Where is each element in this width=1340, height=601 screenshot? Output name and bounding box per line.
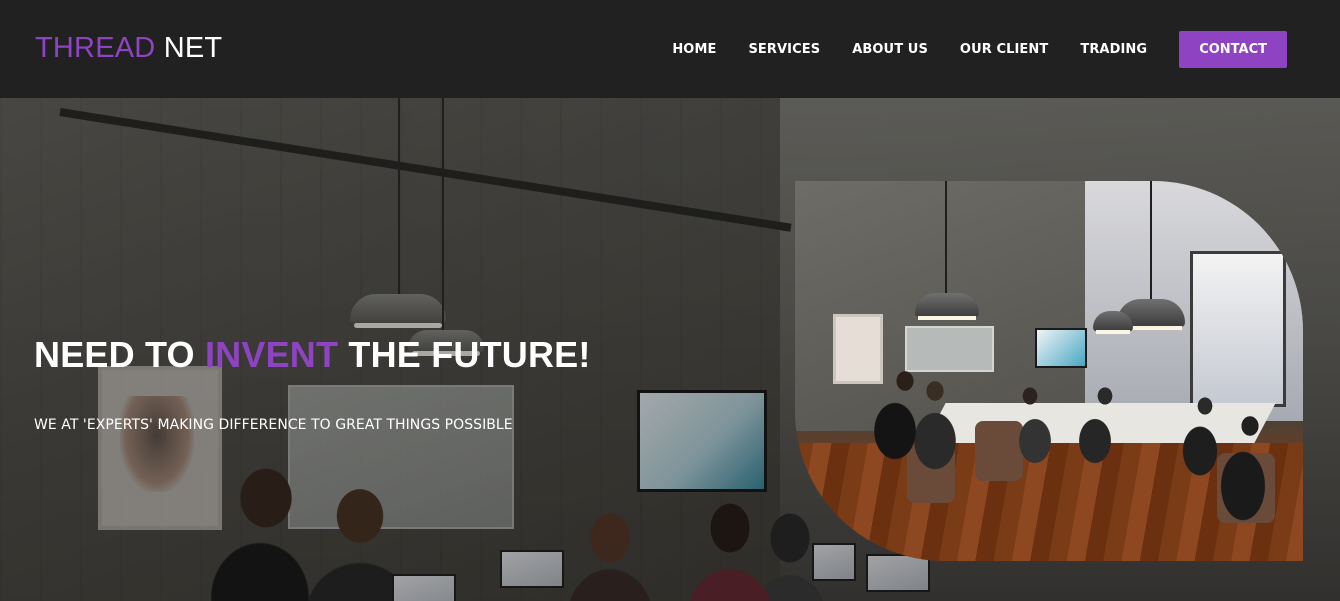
contact-button[interactable]: CONTACT [1179,30,1287,68]
photo-pendant-lamp [1093,311,1133,334]
main-nav: HOME SERVICES ABOUT US OUR CLIENT TRADIN… [672,30,1287,68]
hero-title: NEED TO INVENT THE FUTURE! [34,334,591,376]
nav-link-about-us[interactable]: ABOUT US [852,42,928,57]
photo-lamp-cord [945,181,947,293]
hero-title-lead: NEED TO [34,334,205,375]
brand-logo[interactable]: THREAD NET [35,32,222,65]
hero-subtitle: WE AT 'EXPERTS' MAKING DIFFERENCE TO GRE… [34,417,513,433]
nav-link-home[interactable]: HOME [672,42,716,57]
hero-section: NEED TO INVENT THE FUTURE! WE AT 'EXPERT… [0,98,1340,601]
photo-lamp-cord [1150,181,1152,299]
brand-name-secondary: NET [163,31,223,64]
photo-pendant-lamp [915,293,979,320]
photo-people [795,351,1303,561]
nav-link-trading[interactable]: TRADING [1080,42,1147,57]
top-navbar: THREAD NET HOME SERVICES ABOUT US OUR CL… [0,0,1340,98]
nav-link-services[interactable]: SERVICES [748,42,820,57]
nav-link-our-client[interactable]: OUR CLIENT [960,42,1048,57]
hero-title-tail: THE FUTURE! [338,334,591,375]
brand-name-primary: THREAD [35,31,156,64]
hero-title-accent: INVENT [204,334,339,375]
hero-photo-card [795,181,1303,561]
